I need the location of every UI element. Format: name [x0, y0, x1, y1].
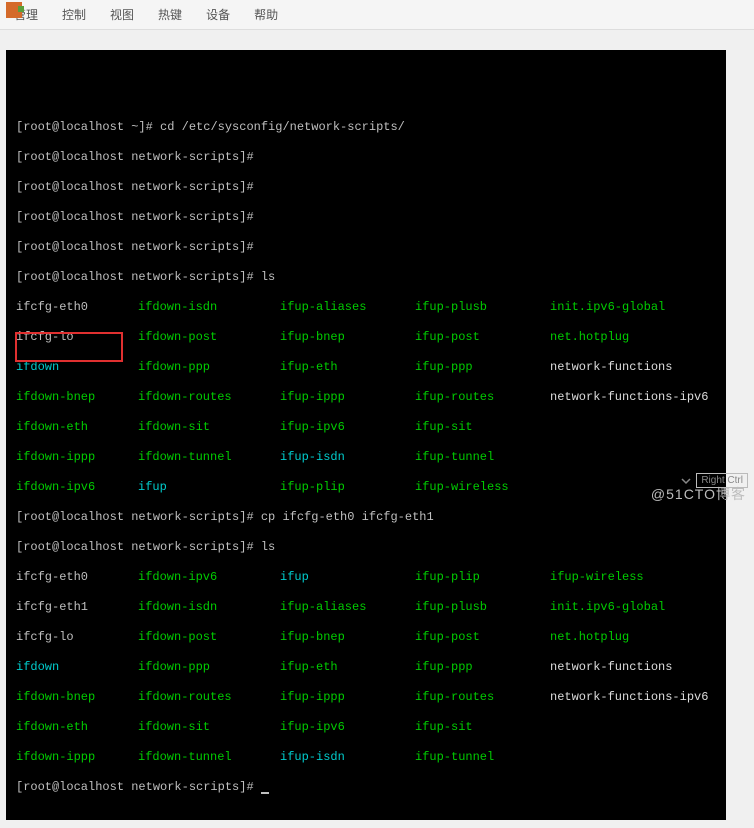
file: ifup-ppp — [415, 360, 550, 375]
file: ifup-bnep — [280, 630, 415, 645]
file: ifup-plusb — [415, 300, 550, 315]
file: ifup-isdn — [280, 450, 415, 465]
file: ifup-plip — [280, 480, 415, 495]
prompt: [root@localhost network-scripts]# — [16, 270, 254, 284]
cmd-ls: ls — [261, 270, 275, 284]
cmd-cd: cd /etc/sysconfig/network-scripts/ — [160, 120, 405, 134]
file: ifup-post — [415, 630, 550, 645]
file: ifup-wireless — [550, 570, 644, 585]
file: ifup-ippp — [280, 690, 415, 705]
prompt: [root@localhost network-scripts]# — [16, 180, 254, 194]
file: ifup-sit — [415, 420, 550, 435]
file: ifdown-ppp — [138, 360, 280, 375]
file: ifdown-post — [138, 630, 280, 645]
file: ifdown-ipv6 — [138, 570, 280, 585]
prompt: [root@localhost network-scripts]# — [16, 240, 254, 254]
watermark: @51CTO博客 — [651, 484, 746, 504]
prompt: [root@localhost network-scripts]# — [16, 540, 254, 554]
file: ifdown-eth — [16, 420, 138, 435]
cmd-ls: ls — [261, 540, 275, 554]
menu-hotkeys[interactable]: 热键 — [152, 4, 188, 25]
file: ifcfg-lo — [16, 630, 138, 645]
file: ifdown-ipv6 — [16, 480, 138, 495]
file: ifup-ppp — [415, 660, 550, 675]
menu-devices[interactable]: 设备 — [200, 4, 236, 25]
menu-help[interactable]: 帮助 — [248, 4, 284, 25]
file: ifdown-tunnel — [138, 450, 280, 465]
file: ifdown-sit — [138, 420, 280, 435]
file: ifcfg-lo — [16, 330, 138, 345]
vm-tab-icon — [6, 2, 22, 18]
file: ifup-ipv6 — [280, 720, 415, 735]
file: network-functions-ipv6 — [550, 690, 708, 705]
file: ifcfg-eth1 — [16, 600, 138, 615]
file: ifdown-eth — [16, 720, 138, 735]
file: init.ipv6-global — [550, 300, 665, 315]
prompt: [root@localhost network-scripts]# — [16, 510, 254, 524]
file: ifdown-ippp — [16, 450, 138, 465]
file: net.hotplug — [550, 330, 629, 345]
cmd-cp: cp ifcfg-eth0 ifcfg-eth1 — [261, 510, 434, 524]
file: ifup-plusb — [415, 600, 550, 615]
file: ifup-aliases — [280, 600, 415, 615]
file: ifup-routes — [415, 390, 550, 405]
file: ifdown-routes — [138, 390, 280, 405]
file: ifcfg-eth0 — [16, 570, 138, 585]
file: ifup-routes — [415, 690, 550, 705]
terminal[interactable]: [root@localhost ~]# cd /etc/sysconfig/ne… — [6, 50, 726, 820]
file: ifdown-isdn — [138, 600, 280, 615]
menu-view[interactable]: 视图 — [104, 4, 140, 25]
file: ifup-tunnel — [415, 750, 550, 765]
file: ifup-post — [415, 330, 550, 345]
file: ifdown-sit — [138, 720, 280, 735]
file: ifdown-tunnel — [138, 750, 280, 765]
menu-control[interactable]: 控制 — [56, 4, 92, 25]
file: ifup-tunnel — [415, 450, 550, 465]
file: ifup-ipv6 — [280, 420, 415, 435]
file: ifup-isdn — [280, 750, 415, 765]
vm-viewport: [root@localhost ~]# cd /etc/sysconfig/ne… — [0, 30, 754, 828]
file: network-functions — [550, 660, 672, 675]
file: ifdown — [16, 660, 138, 675]
file: ifup-bnep — [280, 330, 415, 345]
file: ifdown-bnep — [16, 390, 138, 405]
file: net.hotplug — [550, 630, 629, 645]
prompt: [root@localhost network-scripts]# — [16, 150, 254, 164]
file: ifup-aliases — [280, 300, 415, 315]
file: ifup — [280, 570, 415, 585]
prompt: [root@localhost ~]# — [16, 120, 153, 134]
file: init.ipv6-global — [550, 600, 665, 615]
file: ifdown-post — [138, 330, 280, 345]
file: ifdown-ippp — [16, 750, 138, 765]
file: ifup-eth — [280, 360, 415, 375]
file: ifup-sit — [415, 720, 550, 735]
file: ifup-plip — [415, 570, 550, 585]
prompt: [root@localhost network-scripts]# — [16, 780, 254, 794]
menubar: 管理 控制 视图 热键 设备 帮助 — [0, 0, 754, 30]
file: network-functions — [550, 360, 672, 375]
cursor — [261, 792, 269, 794]
file: network-functions-ipv6 — [550, 390, 708, 405]
prompt: [root@localhost network-scripts]# — [16, 210, 254, 224]
file: ifup-wireless — [415, 480, 550, 495]
file: ifdown — [16, 360, 138, 375]
file: ifup-eth — [280, 660, 415, 675]
file: ifup — [138, 480, 280, 495]
file: ifcfg-eth0 — [16, 300, 138, 315]
file: ifdown-routes — [138, 690, 280, 705]
file: ifdown-isdn — [138, 300, 280, 315]
file: ifdown-bnep — [16, 690, 138, 705]
file: ifdown-ppp — [138, 660, 280, 675]
file: ifup-ippp — [280, 390, 415, 405]
